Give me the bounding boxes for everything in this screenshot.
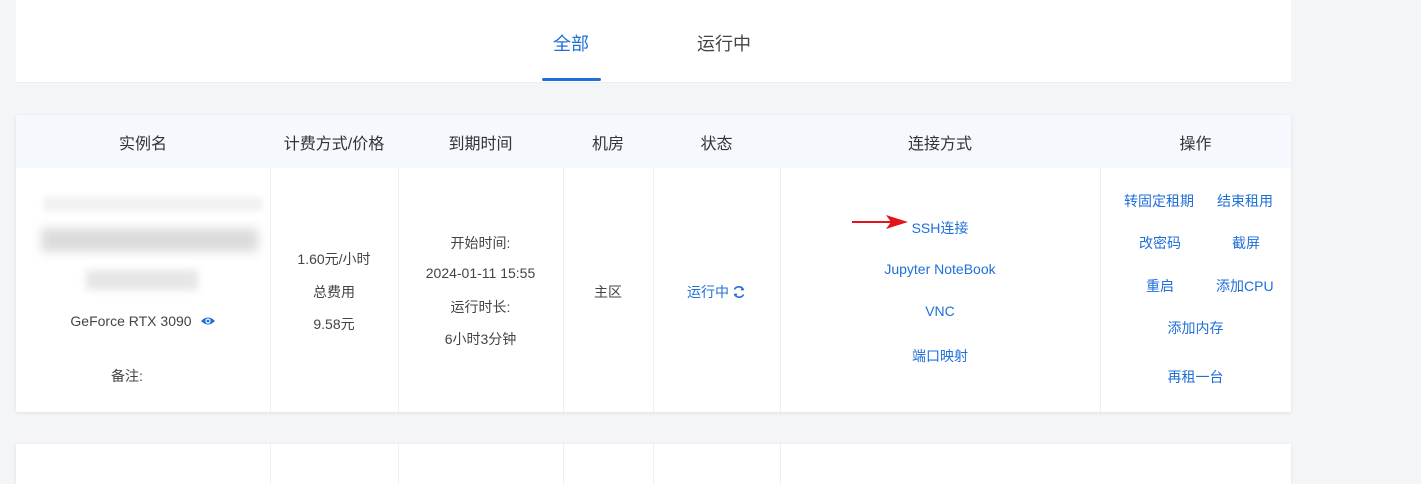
eye-icon[interactable] xyxy=(200,314,216,330)
column-region: 机房 主区 xyxy=(563,115,654,412)
header-expiry: 到期时间 xyxy=(398,115,563,168)
ssh-connect-link[interactable]: SSH连接 xyxy=(912,220,969,236)
active-tab-indicator xyxy=(542,78,601,81)
gpu-model: GeForce RTX 3090 xyxy=(70,313,192,329)
start-time-label: 开始时间: xyxy=(450,235,511,251)
tab-all[interactable]: 全部 xyxy=(553,30,589,56)
start-time: 2024-01-11 15:55 xyxy=(425,265,536,281)
redacted-instance-detail xyxy=(86,270,198,290)
add-cpu-button[interactable]: 添加CPU xyxy=(1216,276,1274,296)
end-rent-button[interactable]: 结束租用 xyxy=(1217,191,1273,211)
remark-label: 备注: xyxy=(111,368,143,384)
redacted-instance-name xyxy=(44,197,262,211)
instance-table: 实例名 GeForce RTX 3090 备注: 计费方式/价格 1.60元/小… xyxy=(16,115,1291,412)
tab-running[interactable]: 运行中 xyxy=(697,30,751,56)
column-billing: 计费方式/价格 1.60元/小时 总费用 9.58元 xyxy=(270,115,399,412)
column-instance-name: 实例名 GeForce RTX 3090 备注: xyxy=(16,115,271,412)
region: 主区 xyxy=(594,284,622,300)
screenshot-button[interactable]: 截屏 xyxy=(1232,233,1260,253)
change-password-button[interactable]: 改密码 xyxy=(1139,233,1181,253)
total-cost-label: 总费用 xyxy=(313,284,355,300)
port-mapping-link[interactable]: 端口映射 xyxy=(912,348,968,364)
runtime-label: 运行时长: xyxy=(450,299,511,315)
to-fixed-term-button[interactable]: 转固定租期 xyxy=(1124,191,1194,211)
column-expiry: 到期时间 开始时间: 2024-01-11 15:55 运行时长: 6小时3分钟 xyxy=(398,115,564,412)
vnc-link[interactable]: VNC xyxy=(925,303,955,319)
redacted-instance-id xyxy=(41,228,258,252)
column-status: 状态 运行中 xyxy=(653,115,781,412)
header-connection: 连接方式 xyxy=(780,115,1100,168)
runtime: 6小时3分钟 xyxy=(444,331,517,347)
header-billing: 计费方式/价格 xyxy=(270,115,398,168)
restart-button[interactable]: 重启 xyxy=(1146,276,1174,296)
total-cost-value: 9.58元 xyxy=(313,316,355,332)
rent-again-button[interactable]: 再租一台 xyxy=(1100,367,1291,387)
status-running: 运行中 xyxy=(687,284,729,300)
header-instance-name: 实例名 xyxy=(16,115,270,168)
price: 1.60元/小时 xyxy=(297,251,371,267)
header-status: 状态 xyxy=(653,115,780,168)
header-region: 机房 xyxy=(563,115,653,168)
next-instance-row xyxy=(16,444,1291,484)
refresh-icon[interactable] xyxy=(732,285,746,302)
header-actions: 操作 xyxy=(1100,115,1291,168)
add-memory-button[interactable]: 添加内存 xyxy=(1100,318,1291,338)
column-connection: 连接方式 SSH连接 Jupyter NoteBook VNC 端口映射 xyxy=(780,115,1101,412)
column-actions: 操作 转固定租期 结束租用 改密码 截屏 重启 添加CPU 添加内存 再租一台 xyxy=(1100,115,1291,412)
tab-bar: 全部 运行中 xyxy=(16,0,1291,83)
jupyter-link[interactable]: Jupyter NoteBook xyxy=(884,261,995,277)
